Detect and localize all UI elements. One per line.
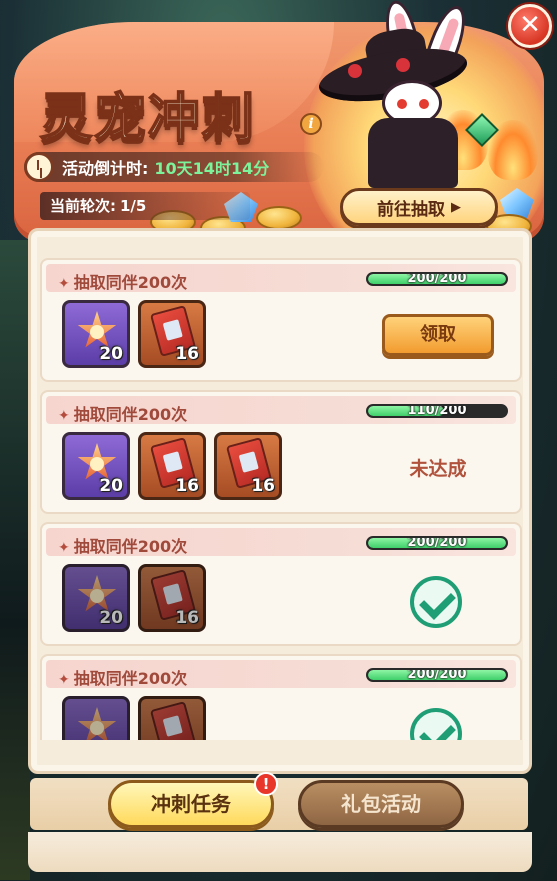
sparkle-icon: ✦ (58, 408, 70, 424)
play-arrow-icon: ▶ (451, 199, 461, 215)
reward-quantity: 20 (99, 344, 123, 364)
round-label: 当前轮次: (50, 197, 116, 215)
pet-character-illustration (315, 0, 538, 190)
progress-text: 200/200 (407, 536, 467, 550)
sparkle-icon: ✦ (58, 672, 70, 688)
reward-quantity: 20 (99, 608, 123, 628)
progress-bar: 110/200 (366, 404, 508, 418)
countdown-value: 10天14时14分 (154, 159, 270, 178)
reward-item[interactable]: 20 (62, 300, 130, 368)
go-draw-label: 前往抽取 (377, 199, 445, 220)
progress-text: 200/200 (407, 668, 467, 682)
reward-quantity: 20 (99, 476, 123, 496)
reward-list: 20 16 (62, 300, 214, 368)
status-not-achieved: 未达成 (409, 458, 467, 480)
checkmark-icon (410, 576, 462, 628)
task-title: ✦ 抽取同伴200次 (58, 533, 187, 557)
task-title: ✦ 抽取同伴200次 (58, 269, 187, 293)
info-icon[interactable]: i (300, 113, 322, 135)
reward-item[interactable]: 20 (62, 432, 130, 500)
hat-flower (348, 64, 362, 78)
reward-quantity: 16 (251, 476, 275, 496)
stopwatch-icon (24, 152, 54, 182)
rabbit-coat (368, 118, 458, 188)
progress-text: 200/200 (407, 272, 467, 286)
close-icon: ✕ (519, 10, 541, 40)
task-title: ✦ 抽取同伴200次 (58, 665, 187, 689)
progress-text: 110/200 (407, 404, 467, 418)
task-header: ✦ 抽取同伴200次 200/200 (46, 264, 516, 292)
task-header: ✦ 抽取同伴200次 110/200 (46, 396, 516, 424)
alert-badge: ! (254, 772, 278, 796)
background-scenery (0, 240, 30, 880)
reward-item[interactable]: 16 (138, 564, 206, 632)
checkmark-icon (410, 708, 462, 740)
ticket-bundle-icon (149, 701, 197, 740)
task-title-text: 抽取同伴200次 (73, 405, 188, 424)
countdown-bar: 活动倒计时: 10天14时14分 (24, 152, 324, 182)
reward-item[interactable]: 20 (62, 564, 130, 632)
reward-item[interactable]: 16 (138, 300, 206, 368)
rabbit-eye (397, 99, 407, 109)
task-list[interactable]: ✦ 抽取同伴200次 200/200 20 16 领取 ✦ 抽取同伴200次 110/200 20… (40, 258, 522, 740)
rabbit-eye (419, 99, 429, 109)
close-button[interactable]: ✕ (508, 4, 552, 48)
task-header: ✦ 抽取同伴200次 200/200 (46, 528, 516, 556)
panel-footer (28, 832, 532, 872)
go-draw-button[interactable]: 前往抽取 ▶ (340, 188, 498, 226)
tab-gift-packs[interactable]: 礼包活动 (298, 780, 464, 828)
reward-item[interactable] (138, 696, 206, 740)
task-title: ✦ 抽取同伴200次 (58, 401, 187, 425)
task-header: ✦ 抽取同伴200次 200/200 (46, 660, 516, 688)
reward-item[interactable] (62, 696, 130, 740)
round-value: 1/5 (120, 197, 147, 215)
task-card: ✦ 抽取同伴200次 200/200 20 16 (40, 522, 522, 646)
coin (256, 206, 302, 230)
progress-bar: 200/200 (366, 668, 508, 682)
countdown-label: 活动倒计时: (62, 159, 149, 178)
sparkle-icon: ✦ (58, 276, 70, 292)
progress-bar: 200/200 (366, 536, 508, 550)
tab-sprint-tasks[interactable]: 冲刺任务 (108, 780, 274, 828)
reward-quantity: 16 (175, 476, 199, 496)
reward-item[interactable]: 16 (138, 432, 206, 500)
claim-button[interactable]: 领取 (382, 314, 494, 356)
star-medal-icon (77, 707, 117, 740)
reward-list: 20 16 16 (62, 432, 290, 500)
task-title-text: 抽取同伴200次 (73, 537, 188, 556)
reward-list (62, 696, 214, 740)
sparkle-icon: ✦ (58, 540, 70, 556)
reward-item[interactable]: 16 (214, 432, 282, 500)
hat-flower (396, 58, 410, 72)
task-card: ✦ 抽取同伴200次 200/200 20 16 领取 (40, 258, 522, 382)
reward-list: 20 16 (62, 564, 214, 632)
reward-quantity: 16 (175, 608, 199, 628)
task-card: ✦ 抽取同伴200次 200/200 (40, 654, 522, 740)
event-title: 灵宠冲刺 (39, 88, 257, 150)
progress-bar: 200/200 (366, 272, 508, 286)
round-indicator: 当前轮次: 1/5 (40, 192, 250, 220)
reward-quantity: 16 (175, 344, 199, 364)
task-title-text: 抽取同伴200次 (73, 669, 188, 688)
task-card: ✦ 抽取同伴200次 110/200 20 16 16 未达成 (40, 390, 522, 514)
task-title-text: 抽取同伴200次 (73, 273, 188, 292)
